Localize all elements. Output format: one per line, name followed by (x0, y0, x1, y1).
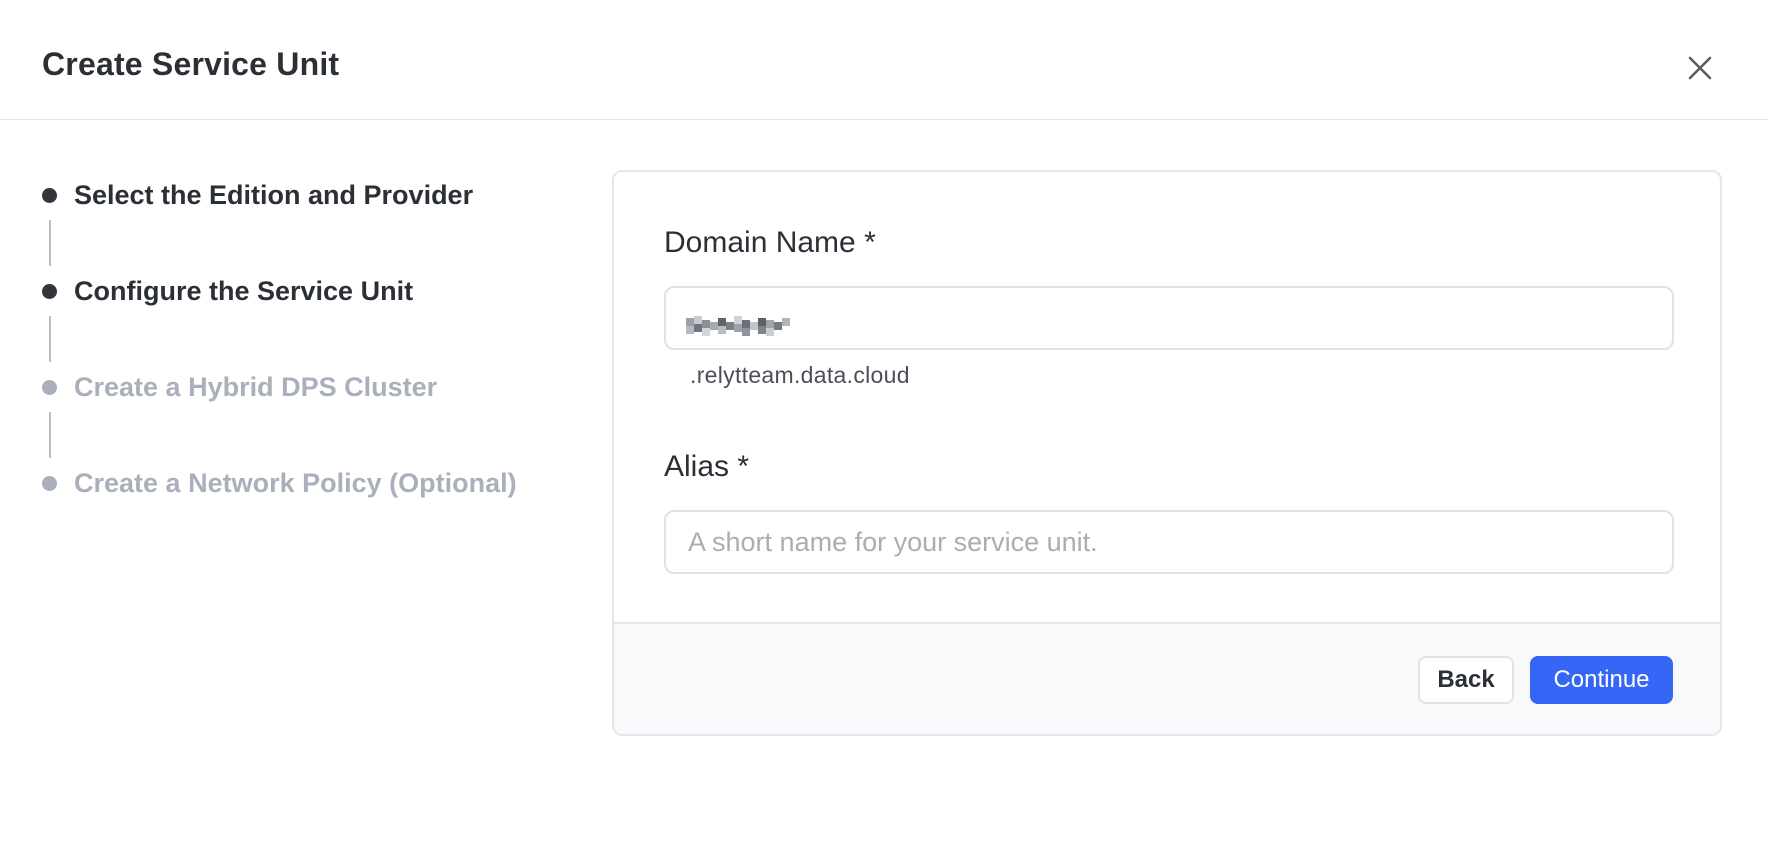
step-dot (42, 476, 57, 491)
step-label: Create a Network Policy (Optional) (74, 468, 517, 498)
domain-name-label: Domain Name * (664, 226, 876, 259)
step-connector (49, 412, 51, 458)
alias-input[interactable] (664, 510, 1674, 574)
step-dot (42, 380, 57, 395)
continue-button[interactable]: Continue (1530, 656, 1673, 704)
form-footer: Back Continue (614, 622, 1720, 734)
create-service-unit-dialog: Create Service Unit Select the Edition a… (0, 0, 1768, 860)
form-card: Domain Name * .relytteam.data.cloud Alia… (612, 170, 1722, 736)
step-connector (49, 316, 51, 362)
step-dot (42, 284, 57, 299)
alias-label: Alias * (664, 450, 750, 483)
step-label: Configure the Service Unit (74, 276, 414, 306)
redacted-domain-value (686, 312, 796, 340)
dialog-title: Create Service Unit (42, 46, 340, 82)
domain-suffix: .relytteam.data.cloud (690, 362, 910, 388)
back-button[interactable]: Back (1418, 656, 1514, 704)
step-label: Select the Edition and Provider (74, 180, 474, 210)
dialog-header: Create Service Unit (0, 0, 1768, 120)
close-button[interactable] (1682, 50, 1718, 86)
close-icon (1688, 56, 1712, 80)
step-connector (49, 220, 51, 266)
step-dot (42, 188, 57, 203)
domain-name-input[interactable] (664, 286, 1674, 350)
step-label: Create a Hybrid DPS Cluster (74, 372, 438, 402)
